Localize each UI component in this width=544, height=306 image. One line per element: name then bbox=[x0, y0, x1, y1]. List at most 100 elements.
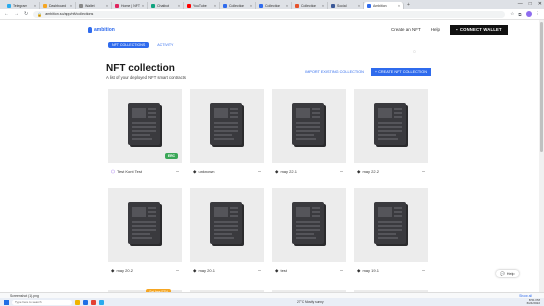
browser-tab[interactable]: Chatbot × bbox=[148, 2, 184, 9]
chrome-icon[interactable] bbox=[91, 299, 96, 305]
collection-card[interactable]: ◆ may 20.2 ··· bbox=[108, 188, 182, 279]
telegram-icon[interactable] bbox=[99, 299, 104, 305]
browser-tab[interactable]: Telegram × bbox=[4, 2, 40, 9]
help-button[interactable]: 💬 Help bbox=[496, 270, 519, 277]
tab-close-icon[interactable]: × bbox=[142, 4, 144, 8]
windows-start-icon[interactable] bbox=[4, 299, 9, 305]
site-logo[interactable]: ambition bbox=[88, 26, 115, 33]
more-options-icon[interactable]: ··· bbox=[258, 268, 262, 274]
standard-badge: ERC bbox=[164, 153, 178, 159]
minimize-button[interactable]: — bbox=[518, 1, 523, 7]
tab-close-icon[interactable]: × bbox=[358, 4, 360, 8]
import-collection-button[interactable]: IMPORT EXISTING COLLECTION bbox=[302, 69, 367, 75]
browser-tab-strip: Telegram × Dashboard × Wallet × Home | NFT × Cha… bbox=[0, 0, 544, 9]
tab-close-icon[interactable]: × bbox=[70, 4, 72, 8]
browser-tab[interactable]: Collection × bbox=[256, 2, 292, 9]
tab-favicon-icon bbox=[115, 3, 119, 8]
extensions-icon[interactable]: ⧉ bbox=[518, 12, 521, 17]
tab-close-icon[interactable]: × bbox=[398, 4, 400, 8]
browser-tab[interactable]: Wallet × bbox=[76, 2, 112, 9]
create-collection-button[interactable]: + CREATE NFT COLLECTION bbox=[370, 68, 431, 76]
card-thumbnail[interactable] bbox=[272, 89, 346, 163]
lock-icon: 🔒 bbox=[37, 11, 43, 17]
more-options-icon[interactable]: ··· bbox=[340, 169, 344, 175]
browser-tab[interactable]: Dashboard × bbox=[40, 2, 76, 9]
help-link[interactable]: Help bbox=[431, 27, 440, 32]
card-thumbnail[interactable] bbox=[108, 188, 182, 262]
card-label: test bbox=[280, 268, 287, 273]
weather-widget[interactable]: 27°C Mostly sunny bbox=[297, 300, 324, 304]
tab-close-icon[interactable]: × bbox=[34, 4, 36, 8]
card-thumbnail[interactable] bbox=[354, 89, 428, 163]
card-thumbnail[interactable] bbox=[354, 188, 428, 262]
profile-avatar[interactable] bbox=[525, 11, 532, 17]
more-options-icon[interactable]: ··· bbox=[176, 169, 180, 175]
taskbar-search[interactable]: Type here to search bbox=[12, 299, 72, 305]
tab-close-icon[interactable]: × bbox=[214, 4, 216, 8]
browser-tab[interactable]: Home | NFT × bbox=[112, 2, 148, 9]
page-scrollbar[interactable] bbox=[539, 20, 544, 296]
card-meta: ◆ unknown ··· bbox=[190, 163, 264, 180]
more-options-icon[interactable]: ··· bbox=[422, 169, 426, 175]
tab-title: Chatbot bbox=[157, 3, 170, 8]
back-icon[interactable]: ← bbox=[4, 11, 9, 17]
tab-title: Collection bbox=[301, 3, 317, 8]
collection-document-icon bbox=[210, 202, 244, 246]
new-tab-button[interactable]: + bbox=[407, 2, 410, 8]
card-label: may 20.1 bbox=[198, 268, 215, 273]
edge-icon[interactable] bbox=[83, 299, 88, 305]
scrollbar-thumb[interactable] bbox=[540, 22, 543, 152]
tab-close-icon[interactable]: × bbox=[322, 4, 324, 8]
browser-tab[interactable]: Collection × bbox=[292, 2, 328, 9]
collection-card[interactable]: ◆ unknown ··· bbox=[190, 89, 264, 180]
card-thumbnail[interactable] bbox=[272, 188, 346, 262]
collection-card[interactable]: ◆ may 19.1 ··· bbox=[354, 188, 428, 279]
browser-tab[interactable]: Ambition × bbox=[364, 2, 404, 9]
bookmark-star-icon[interactable]: ☆ bbox=[510, 11, 514, 17]
card-label: may 20.2 bbox=[116, 268, 133, 273]
tab-nft-collections[interactable]: NFT COLLECTIONS bbox=[108, 42, 150, 48]
card-meta: ◆ may 19.1 ··· bbox=[354, 262, 428, 279]
connect-wallet-button[interactable]: ▪ CONNECT WALLET bbox=[450, 24, 508, 35]
collection-card[interactable]: ERC ⬡ Test Kont Test ··· bbox=[108, 89, 182, 180]
tab-activity[interactable]: ACTIVITY bbox=[153, 42, 177, 48]
more-options-icon[interactable]: ··· bbox=[176, 268, 180, 274]
system-clock[interactable]: 8:51 PM 6/24/2022 bbox=[526, 298, 540, 306]
close-window-button[interactable]: ✕ bbox=[538, 1, 542, 7]
collection-card[interactable]: ◆ may 22.2 ··· bbox=[354, 89, 428, 180]
tab-favicon-icon bbox=[259, 3, 263, 8]
forward-icon[interactable]: → bbox=[14, 11, 19, 17]
card-thumbnail[interactable]: ERC bbox=[108, 89, 182, 163]
tab-title: Telegram bbox=[13, 3, 28, 8]
omnibox[interactable]: 🔒 ambition.so/app/nft/collections bbox=[33, 10, 506, 18]
card-meta: ◆ may 20.2 ··· bbox=[108, 262, 182, 279]
browser-tab[interactable]: Collection × bbox=[220, 2, 256, 9]
card-label: may 19.1 bbox=[362, 268, 379, 273]
tab-close-icon[interactable]: × bbox=[106, 4, 108, 8]
browser-tab[interactable]: Social × bbox=[328, 2, 364, 9]
page-actions: IMPORT EXISTING COLLECTION + CREATE NFT … bbox=[302, 68, 431, 76]
loading-spinner-icon: ◌ bbox=[413, 49, 416, 55]
tab-close-icon[interactable]: × bbox=[250, 4, 252, 8]
reload-icon[interactable]: ↻ bbox=[24, 11, 28, 17]
download-item[interactable]: Screenshot (1).png bbox=[10, 294, 39, 298]
create-nft-link[interactable]: Create an NFT bbox=[391, 27, 421, 32]
tab-title: Home | NFT bbox=[121, 3, 140, 8]
clock-date: 6/24/2022 bbox=[526, 301, 540, 305]
tab-close-icon[interactable]: × bbox=[178, 4, 180, 8]
collection-card[interactable]: ◆ test ··· bbox=[272, 188, 346, 279]
more-options-icon[interactable]: ··· bbox=[422, 268, 426, 274]
tab-close-icon[interactable]: × bbox=[286, 4, 288, 8]
url-text[interactable]: ambition.so/app/nft/collections bbox=[45, 12, 93, 16]
browser-tab[interactable]: YouTube × bbox=[184, 2, 220, 9]
collection-card[interactable]: ◆ may 20.1 ··· bbox=[190, 188, 264, 279]
card-thumbnail[interactable] bbox=[190, 188, 264, 262]
more-options-icon[interactable]: ··· bbox=[258, 169, 262, 175]
more-options-icon[interactable]: ··· bbox=[340, 268, 344, 274]
site-header: ambition Create an NFT Help ▪ CONNECT WA… bbox=[0, 20, 544, 39]
maximize-button[interactable]: □ bbox=[529, 1, 532, 7]
card-thumbnail[interactable] bbox=[190, 89, 264, 163]
collection-card[interactable]: ◆ may 22.1 ··· bbox=[272, 89, 346, 180]
file-explorer-icon[interactable] bbox=[75, 299, 80, 305]
browser-menu-icon[interactable]: ⋮ bbox=[536, 11, 541, 17]
